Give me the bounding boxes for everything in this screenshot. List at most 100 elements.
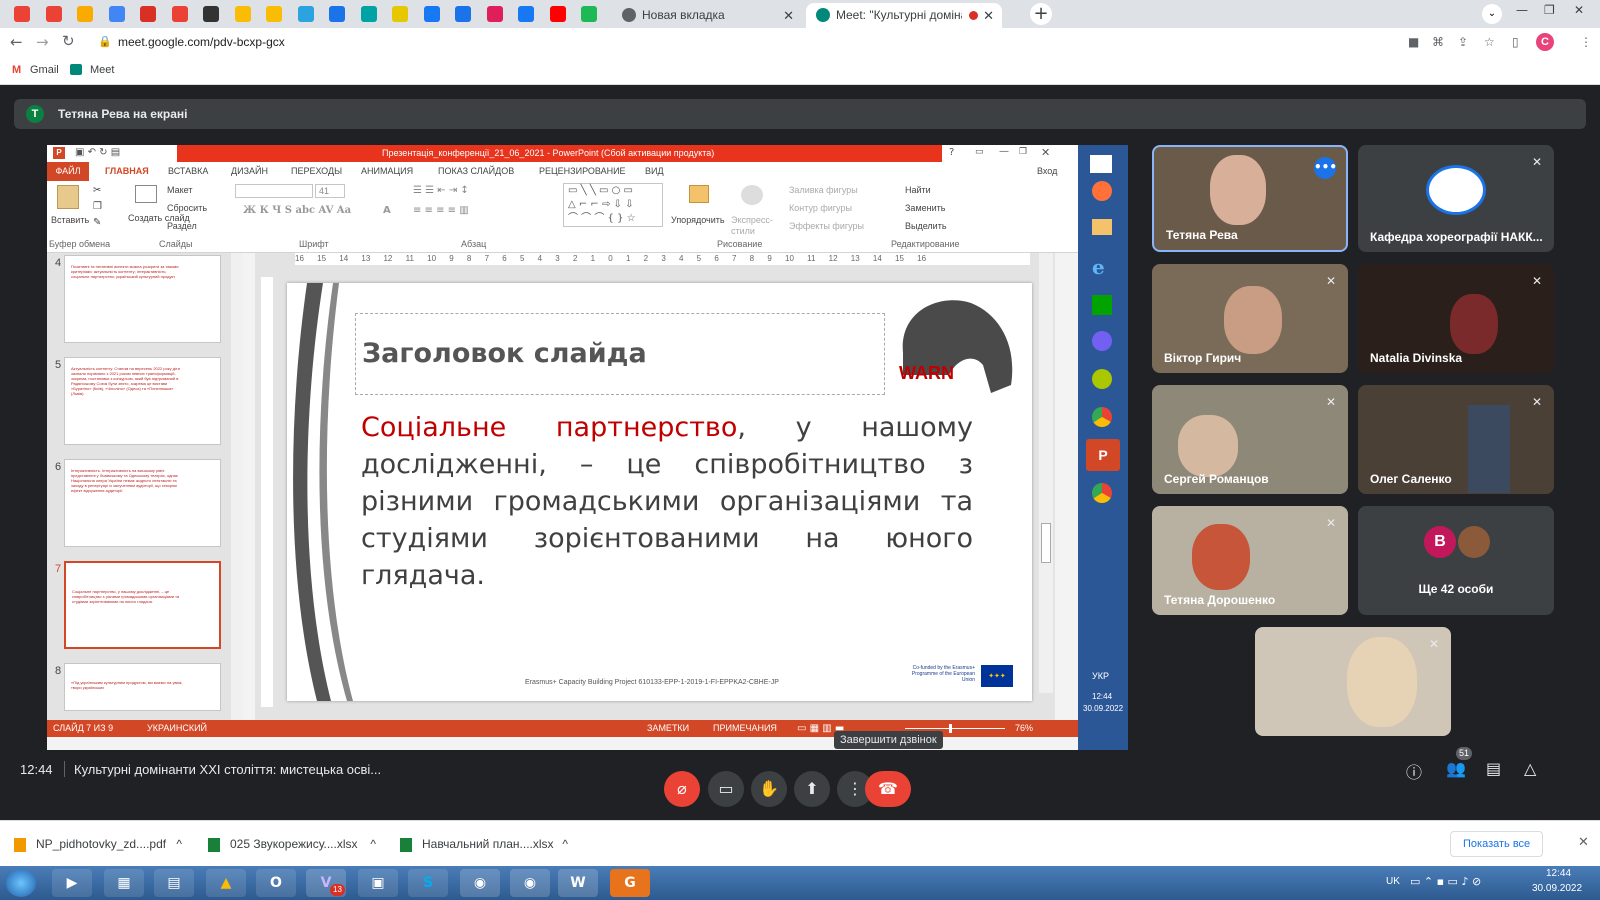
slack-icon[interactable] bbox=[486, 6, 503, 22]
taskbar-date[interactable]: 30.09.2022 bbox=[1532, 883, 1582, 894]
input-language[interactable]: UK bbox=[1386, 876, 1400, 887]
bookmark-meet[interactable]: Meet bbox=[90, 64, 114, 76]
arrange-button[interactable]: Упорядочить bbox=[671, 215, 725, 225]
powerpoint-icon[interactable]: G bbox=[610, 869, 650, 897]
participant-tile[interactable]: ✕ Олег Саленко bbox=[1358, 385, 1554, 494]
app-icon[interactable]: ▣ bbox=[358, 869, 398, 897]
editor-scrollbar[interactable] bbox=[1039, 253, 1053, 693]
zoom-slider-thumb[interactable] bbox=[949, 724, 952, 733]
download-item[interactable]: 025 Звукорежису....xlsx ^ bbox=[208, 821, 376, 867]
chevron-down-icon[interactable]: ⌄ bbox=[1482, 4, 1502, 24]
paste-icon[interactable] bbox=[57, 185, 79, 209]
sign-in-link[interactable]: Вход bbox=[1037, 162, 1057, 181]
tab-meet[interactable]: Meet: "Культурні домінанти ✕ bbox=[806, 3, 1002, 28]
shape-outline-button[interactable]: Контур фигуры bbox=[789, 203, 852, 213]
tab-new-tab[interactable]: Новая вкладка ✕ bbox=[612, 3, 802, 28]
slide-title-placeholder[interactable]: Заголовок слайда bbox=[355, 313, 885, 395]
tab-file[interactable]: ФАЙЛ bbox=[47, 162, 89, 181]
participant-tile[interactable]: ✕ Natalia Divinska bbox=[1358, 264, 1554, 373]
new-slide-icon[interactable] bbox=[135, 185, 157, 203]
ribbon-display-icon[interactable]: ▭ bbox=[975, 147, 984, 157]
close-icon[interactable]: ✕ bbox=[1578, 835, 1589, 850]
reset-button[interactable]: Сбросить bbox=[167, 203, 207, 213]
layout-button[interactable]: Макет bbox=[167, 185, 192, 195]
participant-tile[interactable]: ✕ bbox=[1255, 627, 1451, 736]
windows-start-icon[interactable] bbox=[6, 869, 36, 897]
maximize-icon[interactable]: ❐ bbox=[1544, 0, 1555, 20]
chevron-up-icon[interactable]: ^ bbox=[176, 821, 182, 867]
font-color-icon[interactable]: A bbox=[383, 205, 391, 216]
section-button[interactable]: Раздел bbox=[167, 221, 197, 231]
tab-slideshow[interactable]: ПОКАЗ СЛАЙДОВ bbox=[438, 162, 514, 181]
share-icon[interactable]: ⇪ bbox=[1458, 35, 1468, 49]
participant-tile[interactable]: ✕ Кафедра хореографії НАКК... bbox=[1358, 145, 1554, 252]
chat-icon[interactable]: ▤ bbox=[1486, 759, 1501, 778]
participant-tile[interactable]: ✕ Віктор Гирич bbox=[1152, 264, 1348, 373]
calendar-icon[interactable]: ▦ bbox=[104, 869, 144, 897]
avatar[interactable]: C bbox=[1536, 33, 1554, 51]
taskbar-time[interactable]: 12:44 bbox=[1546, 868, 1571, 879]
facebook-icon[interactable] bbox=[518, 6, 534, 22]
font-name-select[interactable] bbox=[235, 184, 313, 198]
close-icon[interactable]: ✕ bbox=[1574, 0, 1584, 20]
zoom-slider[interactable] bbox=[905, 728, 1005, 729]
back-icon[interactable]: ← bbox=[10, 33, 23, 51]
more-options-icon[interactable]: ••• bbox=[1314, 157, 1337, 179]
select-button[interactable]: Выделить bbox=[905, 221, 947, 231]
close-icon[interactable]: ✕ bbox=[783, 3, 794, 28]
info-icon[interactable]: ⓘ bbox=[1406, 759, 1422, 783]
activities-icon[interactable]: △ bbox=[1524, 759, 1536, 778]
forward-icon[interactable]: → bbox=[36, 33, 49, 51]
youtube-icon[interactable] bbox=[549, 6, 566, 22]
minimize-icon[interactable]: — bbox=[1516, 0, 1528, 20]
close-icon[interactable]: ✕ bbox=[1041, 146, 1050, 159]
participant-tile-more[interactable]: B Ще 42 особи bbox=[1358, 506, 1554, 615]
slide-thumbnail[interactable]: Позитивні та негативні аспекти можна роз… bbox=[64, 255, 221, 343]
word-icon[interactable]: W bbox=[558, 869, 598, 897]
font-style-icons[interactable]: Ж К Ч S abc AV Aa bbox=[243, 205, 351, 216]
gmail-icon[interactable] bbox=[45, 6, 62, 22]
sidepanel-icon[interactable]: ▯ bbox=[1512, 35, 1519, 49]
tab-insert[interactable]: ВСТАВКА bbox=[168, 162, 208, 181]
camera-icon[interactable]: ■ bbox=[1408, 35, 1419, 49]
chevron-up-icon[interactable]: ^ bbox=[562, 821, 568, 867]
end-call-button[interactable]: ☎ bbox=[865, 771, 911, 807]
sheet-icon[interactable] bbox=[234, 6, 251, 22]
tab-transitions[interactable]: ПЕРЕХОДЫ bbox=[291, 162, 342, 181]
opera-icon[interactable]: O bbox=[256, 869, 296, 897]
zoom-level[interactable]: 76% bbox=[1015, 720, 1033, 737]
raise-hand-button[interactable]: ✋ bbox=[751, 771, 787, 807]
tab-view[interactable]: ВИД bbox=[645, 162, 664, 181]
font-size-select[interactable]: 41 bbox=[315, 184, 345, 198]
mic-toggle-button[interactable]: ⌀ bbox=[664, 771, 700, 807]
google-icon[interactable] bbox=[108, 6, 125, 22]
chevron-up-icon[interactable]: ^ bbox=[370, 821, 376, 867]
drive-icon[interactable] bbox=[77, 6, 93, 22]
align-icons[interactable]: ≡ ≡ ≡ ≡ ▥ bbox=[413, 205, 469, 216]
camera-toggle-button[interactable]: ▭ bbox=[708, 771, 744, 807]
download-item[interactable]: Навчальний план....xlsx ^ bbox=[400, 821, 568, 867]
minimize-icon[interactable]: — bbox=[999, 146, 1009, 157]
gmail-icon[interactable] bbox=[14, 6, 30, 22]
slide-thumbnail-selected[interactable]: Соціальне партнерство, у нашому дослідже… bbox=[64, 561, 221, 649]
bookmark-gmail[interactable]: Gmail bbox=[30, 64, 59, 76]
avast-icon[interactable]: ▲ bbox=[206, 869, 246, 897]
copy-icon[interactable]: ❐ bbox=[93, 201, 102, 212]
bold-icon[interactable] bbox=[392, 6, 408, 22]
thumbnail-scrollbar[interactable] bbox=[231, 253, 242, 720]
tab-animation[interactable]: АНИМАЦИЯ bbox=[361, 162, 413, 181]
slide-thumbnail[interactable]: Інтерактивність. Інтерактивність на висо… bbox=[64, 459, 221, 547]
participant-tile[interactable]: ••• Тетяна Рева bbox=[1152, 145, 1348, 252]
font-icon[interactable] bbox=[203, 6, 219, 22]
chrome-icon[interactable]: ◉ bbox=[460, 869, 500, 897]
participant-tile[interactable]: ✕ Тетяна Дорошенко bbox=[1152, 506, 1348, 615]
reload-icon[interactable]: ↻ bbox=[62, 32, 75, 50]
contact-icon[interactable] bbox=[455, 6, 471, 22]
telegram-icon[interactable] bbox=[297, 6, 314, 22]
address-bar[interactable]: meet.google.com/pdv-bcxp-gcx bbox=[118, 35, 285, 49]
menu-icon[interactable]: ⋮ bbox=[1580, 35, 1592, 49]
sheet-icon[interactable] bbox=[266, 6, 282, 22]
comments-button[interactable]: ПРИМЕЧАНИЯ bbox=[713, 720, 777, 737]
slide-canvas[interactable]: Заголовок слайда WARN Соціальне партнерс… bbox=[287, 283, 1032, 701]
chrome-icon[interactable]: ◉ bbox=[510, 869, 550, 897]
